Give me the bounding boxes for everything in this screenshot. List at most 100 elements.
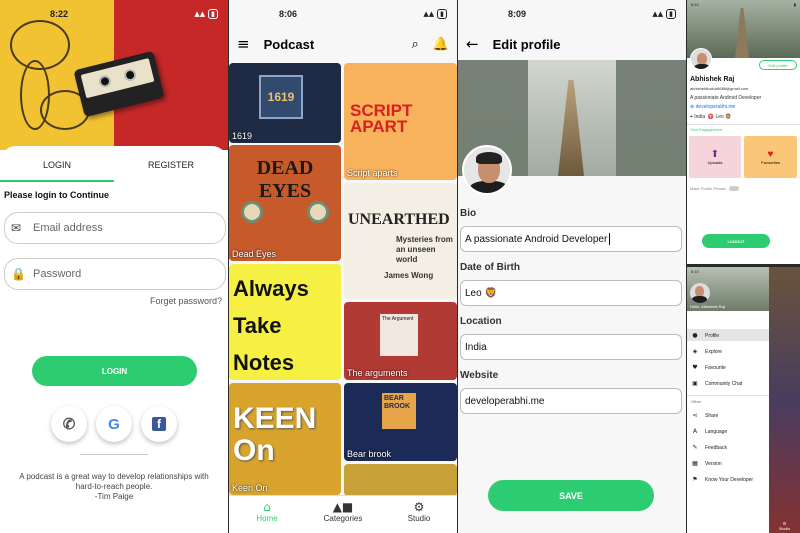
upload-icon: ⬆	[710, 149, 720, 160]
logout-button[interactable]: LOGOUT	[702, 234, 770, 248]
email-field[interactable]: ✉ Email address	[4, 212, 226, 244]
profile-bio: A passionate Android Developer	[690, 95, 762, 101]
drawer-item-feedback[interactable]: ✎ Feedback	[691, 444, 727, 451]
nav-categories[interactable]: ▲■ Categories	[305, 496, 381, 533]
password-field[interactable]: 🔒 Password	[4, 258, 226, 290]
private-toggle-label: Make Profile Private	[690, 186, 726, 191]
podcast-tile[interactable]: 1619 1619	[229, 63, 341, 143]
menu-icon[interactable]: ≡	[237, 35, 250, 53]
tile-art: The Argument	[380, 314, 418, 356]
podcast-tile[interactable]: Always Take Notes	[229, 264, 341, 380]
uploads-card[interactable]: ⬆ Uploads	[689, 136, 741, 178]
nav-home[interactable]: ⌂ Home	[229, 496, 305, 533]
save-button[interactable]: SAVE	[488, 480, 654, 511]
pin-icon: ⌖	[690, 114, 693, 120]
favourites-label: Favourites	[761, 160, 780, 165]
website-field[interactable]: developerabhi.me	[460, 388, 682, 414]
profile-website[interactable]: ⊕ developerabhi.me	[690, 104, 735, 110]
podcast-tile[interactable]: The Argument The arguments	[344, 302, 457, 380]
sign-text: Leo 🦁	[715, 114, 732, 120]
nav-label: Home	[256, 514, 278, 523]
lock-icon: 🔒	[11, 267, 26, 281]
battery-icon: ▮	[437, 9, 447, 19]
avatar	[690, 283, 710, 303]
categories-icon: ▲■	[332, 500, 354, 514]
avatar[interactable]	[462, 145, 512, 195]
drawer-item-version[interactable]: ▦ Version	[691, 460, 722, 467]
divider	[687, 395, 769, 396]
app-bar: ≡ Podcast ⌕ 🔔	[229, 28, 457, 60]
gear-icon: ⚙	[413, 500, 425, 514]
facebook-login-button[interactable]: f	[141, 406, 177, 442]
quote: A podcast is a great way to develop rela…	[0, 472, 228, 502]
podcast-tile[interactable]: SCRIPT APART Script aparts	[344, 63, 457, 180]
tile-caption: Keen On	[232, 483, 268, 493]
drawer-item-label: Community Chat	[705, 380, 743, 387]
login-card: LOGIN REGISTER Please login to Continue …	[0, 146, 228, 533]
bio-field[interactable]: A passionate Android Developer	[460, 226, 682, 252]
drawer-item-favourite[interactable]: ♥ Favourite	[691, 364, 726, 371]
password-placeholder: Password	[33, 268, 82, 280]
drawer-item-share[interactable]: ⋖ Share	[691, 412, 718, 419]
status-icons: ▲▲ ▮	[194, 9, 218, 19]
drawer-item-explore[interactable]: ◈ Explore	[691, 348, 722, 355]
share-icon: ⋖	[692, 412, 698, 419]
back-arrow-icon[interactable]: ←	[466, 35, 479, 53]
forgot-password-link[interactable]: Forget password?	[150, 296, 222, 306]
edit-profile-button[interactable]: Edit profile	[759, 60, 797, 70]
drawer-item-label: Feedback	[705, 444, 727, 451]
uploads-label: Uploads	[707, 160, 723, 165]
tab-register[interactable]: REGISTER	[114, 156, 228, 182]
drawer-item-label: Favourite	[705, 364, 726, 371]
drawer-greeting: Hello, Abhishek Raj	[690, 304, 725, 309]
app-bar: ← Edit profile	[458, 28, 686, 60]
nav-studio[interactable]: ⚙ Studio	[381, 496, 457, 533]
edit-profile-screen: 8:09 ▲▲ ▮ ← Edit profile Bio A passionat…	[458, 0, 686, 533]
podcast-tile[interactable]: DEAD EYES Dead Eyes	[229, 145, 341, 261]
profile-meta: ⌖ India ♈ Leo 🦁	[690, 114, 731, 120]
website-value: developerabhi.me	[465, 395, 545, 407]
code-icon: ⚑	[692, 476, 698, 483]
search-icon[interactable]: ⌕	[412, 37, 419, 52]
podcast-tile[interactable]: UNEARTHED Mysteries from an unseen world…	[344, 183, 457, 299]
location-value: India	[465, 341, 487, 353]
podcast-tile[interactable]	[344, 464, 457, 496]
drawer-item-profile[interactable]: ● Profile	[691, 332, 719, 339]
podcast-tile[interactable]: BEAR BROOK Bear brook	[344, 383, 457, 461]
profile-name: Abhishek Raj	[690, 76, 735, 83]
status-icons: ▲▲ ▮	[652, 9, 676, 19]
drawer-item-language[interactable]: A Language	[691, 428, 727, 435]
quote-author: -Tim Paige	[94, 492, 134, 501]
trees-graphic	[616, 60, 686, 176]
location-field[interactable]: India	[460, 334, 682, 360]
drawer-item-community-chat[interactable]: ▣ Community Chat	[691, 380, 742, 387]
cassette-image	[73, 50, 165, 118]
google-login-button[interactable]: G	[96, 406, 132, 442]
drawer-screen: 8:10 Hello, Abhishek Raj ● Profile ◈ Explo…	[687, 267, 800, 533]
login-prompt: Please login to Continue	[4, 190, 110, 200]
login-button[interactable]: LOGIN	[32, 356, 197, 386]
dob-field[interactable]: Leo 🦁	[460, 280, 682, 306]
tab-login[interactable]: LOGIN	[0, 156, 114, 182]
tile-caption: Bear brook	[347, 449, 392, 459]
page-title: Edit profile	[492, 36, 561, 52]
bell-icon[interactable]: 🔔	[433, 37, 449, 52]
nav-label: Categories	[323, 514, 363, 523]
email-placeholder: Email address	[33, 222, 103, 234]
profile-email: abhishekthakur8688@gmail.com	[690, 86, 749, 91]
website-label: Website	[460, 370, 499, 381]
dob-label: Date of Birth	[460, 262, 520, 273]
status-icons: ▲▲ ▮	[423, 9, 447, 19]
private-toggle[interactable]	[729, 186, 739, 191]
tile-subtitle: Mysteries from an unseen world	[396, 235, 453, 264]
drawer-item-know-your-developer[interactable]: ⚑ Know Your Developer	[691, 476, 753, 483]
compass-icon: ◈	[692, 348, 698, 355]
eye-graphic	[241, 201, 263, 223]
person-icon: ●	[692, 332, 698, 339]
feedback-icon: ✎	[692, 444, 698, 451]
favourites-card[interactable]: ♥ Favourites	[744, 136, 797, 178]
podcast-tile[interactable]: KEEN On Keen On	[229, 383, 341, 495]
auth-tabs: LOGIN REGISTER	[0, 156, 228, 182]
bottom-nav: ⌂ Home ▲■ Categories ⚙ Studio	[229, 495, 457, 533]
phone-login-button[interactable]: ✆	[51, 406, 87, 442]
